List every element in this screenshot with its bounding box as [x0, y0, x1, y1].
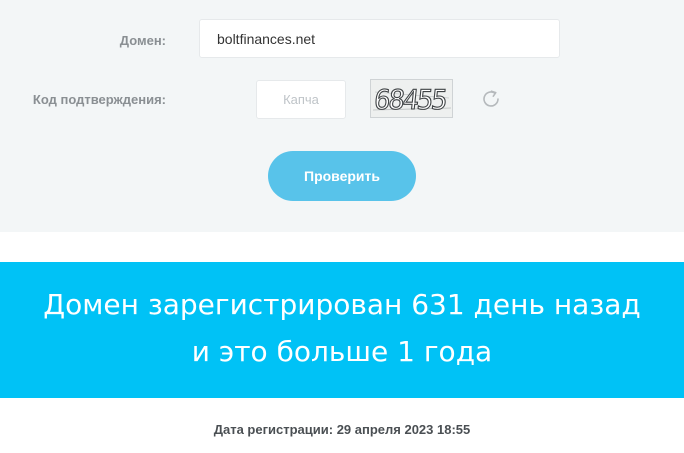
result-line-1: Домен зарегистрирован 631 день назад — [43, 288, 641, 321]
registration-date: Дата регистрации: 29 апреля 2023 18:55 — [213, 422, 471, 437]
check-form-panel: Домен: Код подтверждения: 68455 Проверит… — [0, 0, 684, 232]
domain-input[interactable] — [199, 19, 560, 58]
captcha-image: 68455 — [370, 79, 453, 118]
refresh-icon[interactable] — [479, 87, 503, 111]
result-banner: Домен зарегистрирован 631 день назад и э… — [0, 262, 684, 398]
captcha-text: 68455 — [373, 85, 448, 116]
result-line-2: и это больше 1 года — [191, 335, 493, 368]
captcha-label: Код подтверждения: — [32, 92, 166, 107]
check-button[interactable]: Проверить — [268, 151, 416, 201]
domain-label: Домен: — [119, 33, 166, 48]
captcha-image-svg: 68455 — [371, 80, 452, 117]
captcha-input[interactable] — [256, 80, 346, 119]
